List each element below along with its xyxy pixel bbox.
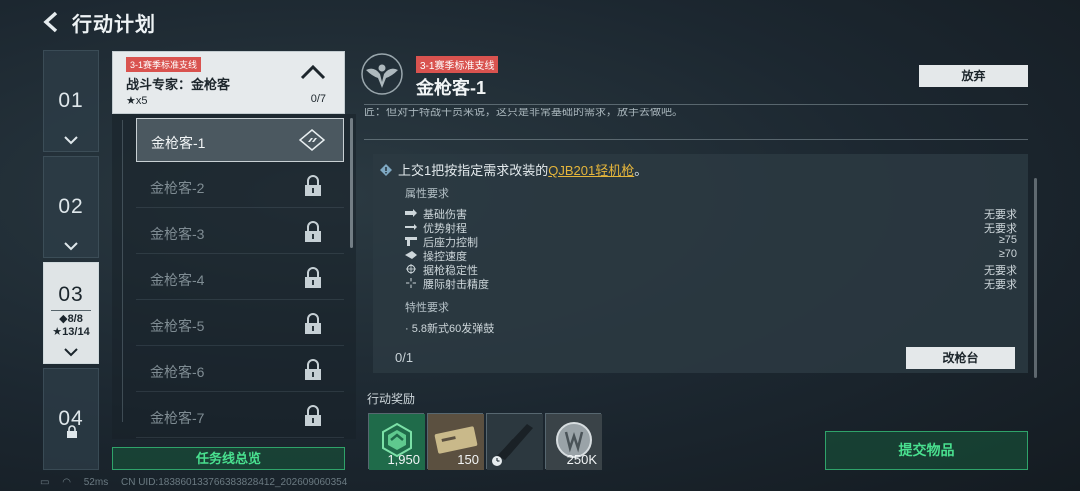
attribute-row: 腰际射击精度 无要求 — [405, 276, 1017, 291]
lock-icon — [305, 267, 321, 288]
in-progress-diamond-icon — [299, 129, 325, 151]
chapter-tab-03[interactable]: 03 ◆8/8 ★13/14 — [43, 262, 99, 364]
task-item-1[interactable]: 金枪客-1 — [136, 118, 344, 162]
task-label: 金枪客-2 — [150, 180, 205, 196]
reward-item-weapon[interactable] — [486, 413, 543, 470]
mission-title: 金枪客-1 — [416, 78, 487, 98]
required-weapon-link[interactable]: QJB201轻机枪 — [548, 163, 634, 178]
reward-item-ticket[interactable]: 150 — [427, 413, 484, 470]
reward-item-currency[interactable]: 250K — [545, 413, 602, 470]
task-label: 金枪客-4 — [150, 272, 205, 288]
attribute-row: 基础伤害 无要求 — [405, 206, 1017, 221]
reward-quantity: 150 — [457, 452, 479, 467]
requirement-text: 上交1把按指定需求改装的QJB201轻机枪。 — [380, 160, 647, 179]
season-tag: 3-1赛季标准支线 — [126, 57, 202, 72]
mission-description: 匠：但对于特战干员来说，这只是非常基础的需求，放手去做吧。 — [364, 108, 683, 118]
task-label: 金枪客-6 — [150, 364, 205, 380]
lock-icon — [305, 175, 321, 196]
attribute-value: ≥70 — [998, 248, 1017, 260]
task-group-stars: ★x5 — [126, 95, 148, 107]
crosshair-icon — [406, 264, 416, 274]
chapter-number: 03 — [58, 283, 84, 306]
range-icon — [405, 224, 417, 230]
chapter-number: 01 — [58, 89, 84, 112]
back-arrow-icon[interactable] — [40, 10, 64, 34]
abandon-button[interactable]: 放弃 — [919, 65, 1028, 87]
chevron-down-icon — [64, 242, 78, 251]
task-group-progress: 0/7 — [310, 93, 326, 105]
task-item-4[interactable]: 金枪客-4 — [136, 256, 344, 300]
chapter-tab-01[interactable]: 01 — [43, 50, 99, 152]
chapter-diamond-count: ◆8/8 — [59, 313, 83, 325]
task-item-5[interactable]: 金枪客-5 — [136, 302, 344, 346]
info-diamond-icon — [380, 164, 392, 176]
lock-icon — [305, 405, 321, 426]
task-label: 金枪客-5 — [150, 318, 205, 334]
page-title: 行动计划 — [72, 14, 156, 36]
chevron-down-icon — [64, 136, 78, 145]
ping-text: 52ms — [83, 477, 109, 488]
lock-icon — [305, 359, 321, 380]
submit-items-button[interactable]: 提交物品 — [825, 431, 1028, 470]
task-label: 金枪客-7 — [150, 410, 205, 426]
handling-icon — [405, 251, 417, 259]
hipfire-icon — [406, 278, 416, 288]
task-list-scrollbar[interactable] — [350, 118, 353, 248]
eagle-emblem-icon — [361, 53, 403, 95]
lock-icon — [305, 313, 321, 334]
requirement-suffix: 。 — [634, 163, 648, 178]
attribute-row: 据枪稳定性 无要求 — [405, 262, 1017, 277]
header-bar — [0, 0, 1080, 44]
lock-icon — [305, 221, 321, 242]
task-item-2[interactable]: 金枪客-2 — [136, 164, 344, 208]
task-label: 金枪客-1 — [151, 135, 206, 151]
rifle-icon — [487, 414, 543, 470]
reward-quantity: 1,950 — [387, 452, 420, 467]
reward-quantity: 250K — [566, 452, 597, 467]
attribute-row: 后座力控制 ≥75 — [405, 234, 1017, 249]
task-item-7[interactable]: 金枪客-7 — [136, 394, 344, 438]
season-tag: 3-1赛季标准支线 — [416, 56, 499, 73]
detail-scrollbar[interactable] — [1034, 178, 1037, 378]
rewards-heading: 行动奖励 — [367, 392, 416, 406]
requirement-prefix: 上交1把按指定需求改装的 — [398, 163, 549, 178]
attribute-row: 优势射程 无要求 — [405, 220, 1017, 235]
tree-connector — [122, 120, 123, 422]
attribute-row: 操控速度 ≥70 — [405, 248, 1017, 263]
task-line-overview-button[interactable]: 任务线总览 — [112, 447, 345, 470]
attribute-value: ≥75 — [998, 234, 1017, 246]
uid-text: CN UID:18386013376638382841​2_2026090603… — [120, 477, 348, 488]
chapter-number: 02 — [58, 195, 84, 218]
divider — [364, 104, 1028, 105]
wifi-icon: ◠ — [62, 477, 71, 488]
damage-icon — [405, 209, 417, 217]
chapter-tab-02[interactable]: 02 — [43, 156, 99, 258]
battery-icon: ▭ — [40, 477, 50, 488]
trait-requirement-item: · 5.8新式60发弹鼓 — [405, 323, 495, 335]
task-item-6[interactable]: 金枪客-6 — [136, 348, 344, 392]
lock-icon — [67, 425, 77, 438]
status-bar: ▭ ◠ 52ms CN UID:18386013376638382841​2_2… — [40, 477, 357, 488]
attribute-value: 无要求 — [984, 279, 1017, 291]
chapter-tab-04[interactable]: 04 — [43, 368, 99, 470]
attribute-requirements-heading: 属性要求 — [405, 188, 449, 200]
reward-item-xp[interactable]: 1,950 — [368, 413, 425, 470]
divider — [364, 139, 1028, 140]
recoil-icon — [405, 237, 417, 246]
chapter-star-count: ★13/14 — [52, 326, 90, 338]
chapter-divider — [51, 310, 91, 311]
task-group-header[interactable]: 3-1赛季标准支线 战斗专家：金枪客 ★x5 0/7 — [112, 51, 345, 114]
task-group-name: 战斗专家：金枪客 — [126, 77, 231, 92]
chevron-down-icon — [64, 348, 78, 357]
task-label: 金枪客-3 — [150, 226, 205, 242]
gunsmith-button[interactable]: 改枪台 — [906, 347, 1015, 369]
attribute-name: 腰际射击精度 — [423, 279, 489, 291]
submission-count: 0/1 — [395, 350, 414, 365]
trait-requirements-heading: 特性要求 — [405, 302, 449, 314]
chevron-up-icon[interactable] — [300, 64, 326, 80]
task-item-3[interactable]: 金枪客-3 — [136, 210, 344, 254]
